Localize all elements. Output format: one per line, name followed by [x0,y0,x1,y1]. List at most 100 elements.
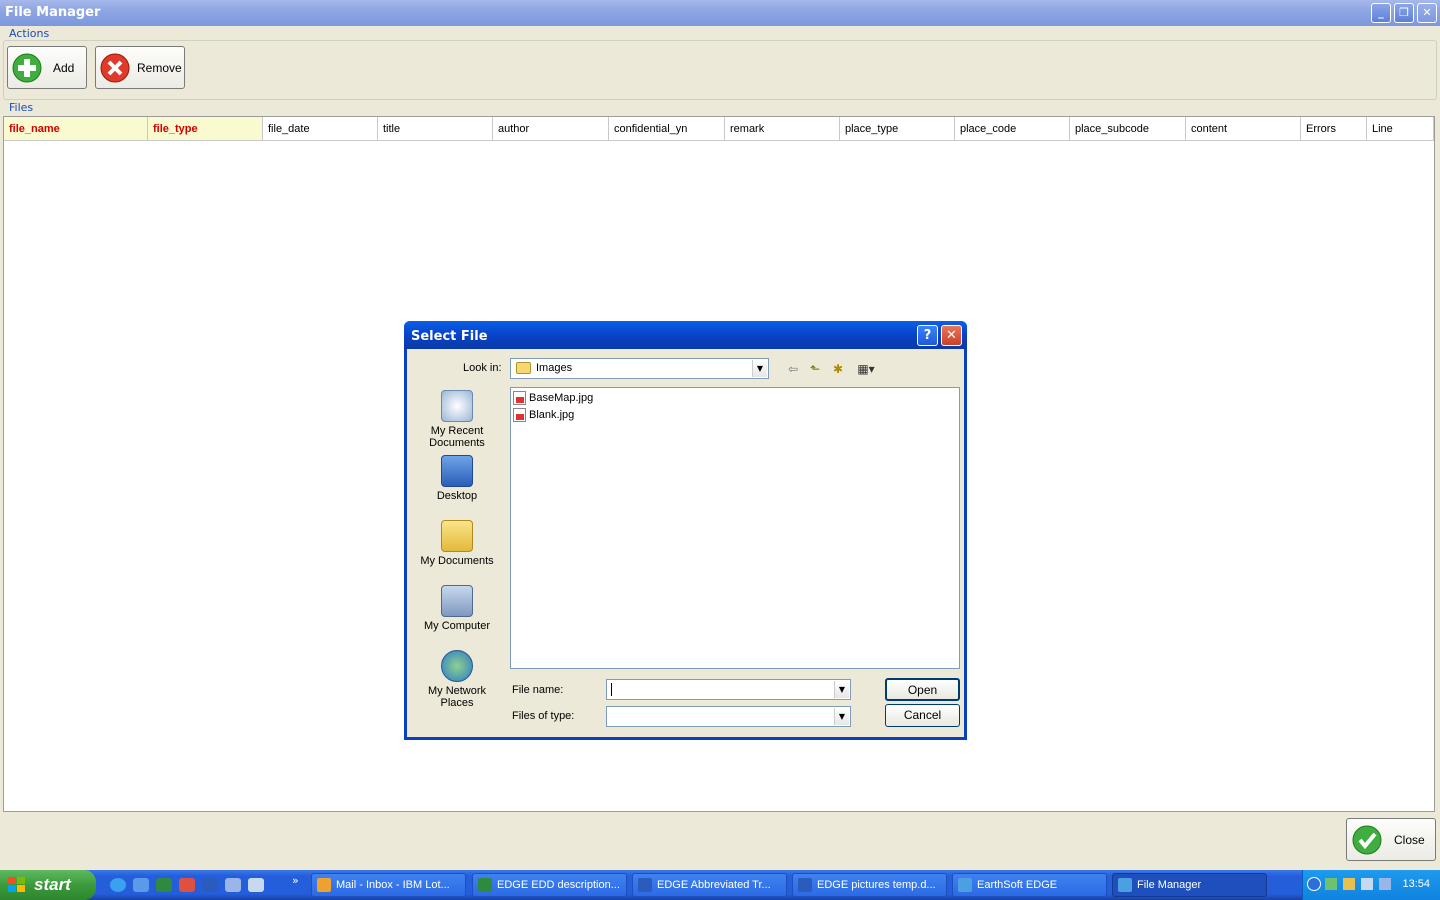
close-button-label: Close [1394,833,1425,847]
open-button-label: Open [907,683,938,697]
taskbar-item[interactable]: Mail - Inbox - IBM Lot... [311,873,466,897]
tray-icon[interactable] [1325,878,1337,890]
checkmark-icon [1352,825,1382,855]
window-title: File Manager [5,5,101,20]
excel-icon [478,878,492,892]
file-item-label: BaseMap.jpg [529,392,594,404]
help-icon: ? [923,328,932,343]
app-icon[interactable] [225,878,241,892]
close-button[interactable]: Close [1346,818,1436,861]
volume-icon[interactable] [1379,878,1391,890]
column-header-confidential-yn[interactable]: confidential_yn [609,117,725,141]
column-header-place-subcode[interactable]: place_subcode [1070,117,1186,141]
windows-flag-icon [8,877,25,892]
place-desktop[interactable]: Desktop [415,455,499,502]
minimize-icon: _ [1378,6,1384,19]
column-header-title[interactable]: title [378,117,493,141]
word-icon[interactable] [202,878,218,892]
edge-icon [1118,878,1132,892]
restore-icon: ❐ [1399,6,1409,19]
new-folder-icon[interactable]: ✱ [830,361,846,377]
start-label: start [34,875,71,894]
restore-button[interactable]: ❐ [1394,3,1414,23]
outlook-icon[interactable] [179,878,195,892]
dialog-close-button[interactable]: ✕ [941,325,962,346]
remove-button[interactable]: Remove [95,46,185,89]
taskbar-item[interactable]: EDGE pictures temp.d... [792,873,947,897]
place-my-network-places[interactable]: My Network Places [415,650,499,709]
place-label: My Documents [420,555,494,567]
column-header-place-type[interactable]: place_type [840,117,955,141]
column-header-file-date[interactable]: file_date [263,117,378,141]
place-recent-documents[interactable]: My Recent Documents [415,390,499,449]
chevron-down-icon[interactable]: ▼ [834,708,849,725]
place-my-documents[interactable]: My Documents [415,520,499,567]
word-icon [638,878,652,892]
lotus-notes-icon [317,878,331,892]
column-header-content[interactable]: content [1186,117,1301,141]
my-documents-icon [441,520,473,552]
file-name-input[interactable]: ▼ [606,679,851,700]
jpg-file-icon [513,391,526,405]
minimize-button[interactable]: _ [1371,3,1391,23]
place-label: My Computer [423,620,491,632]
dialog-title: Select File [411,329,488,344]
chevron-down-icon[interactable]: ▼ [834,681,849,698]
taskbar-item[interactable]: File Manager [1112,873,1267,897]
internet-explorer-icon[interactable] [110,878,126,892]
ie-quicklaunch-icon[interactable] [133,878,149,892]
column-header-file-name[interactable]: file_name [4,117,148,141]
quicklaunch-chevron-icon[interactable]: » [292,874,299,887]
column-header-place-code[interactable]: place_code [955,117,1070,141]
actions-group-label: Actions [7,27,52,40]
tray-expand-icon[interactable] [1307,877,1321,891]
help-button[interactable]: ? [917,325,938,346]
edge-icon [958,878,972,892]
view-menu-icon[interactable]: ▦▾ [853,361,879,377]
taskbar-item[interactable]: EDGE EDD description... [472,873,627,897]
window-close-button[interactable]: ✕ [1417,3,1437,23]
excel-icon[interactable] [156,878,172,892]
cancel-button-label: Cancel [903,708,942,722]
network-icon[interactable] [1361,878,1373,890]
look-in-combo[interactable]: Images ▼ [510,358,769,379]
file-list[interactable]: BaseMap.jpg Blank.jpg [510,387,960,669]
taskbar-item[interactable]: EDGE Abbreviated Tr... [632,873,787,897]
remove-icon [100,53,130,83]
file-item-label: Blank.jpg [529,409,575,421]
column-header-author[interactable]: author [493,117,609,141]
column-header-line[interactable]: Line [1367,117,1434,141]
actions-group [3,40,1437,100]
recent-documents-icon [441,390,473,422]
up-folder-icon[interactable]: ⬑ [807,361,823,377]
column-header-errors[interactable]: Errors [1301,117,1367,141]
window-titlebar[interactable]: File Manager _ ❐ ✕ [0,0,1440,26]
tray-icon[interactable] [1343,878,1355,890]
cancel-button[interactable]: Cancel [885,704,960,727]
taskbar-item-label: EarthSoft EDGE [977,879,1058,891]
jpg-file-icon [513,408,526,422]
text-cursor [611,683,612,696]
column-header-file-type[interactable]: file_type [148,117,263,141]
system-tray: 13:54 [1302,870,1440,900]
clock[interactable]: 13:54 [1402,878,1430,890]
add-button[interactable]: Add [7,46,87,89]
taskbar-item[interactable]: EarthSoft EDGE [952,873,1107,897]
remove-button-label: Remove [137,61,182,75]
place-my-computer[interactable]: My Computer [415,585,499,632]
column-header-remark[interactable]: remark [725,117,840,141]
back-icon[interactable]: ⇦ [785,361,801,377]
look-in-value: Images [536,362,573,374]
start-button[interactable]: start [0,870,96,900]
network-places-icon [441,650,473,682]
open-button[interactable]: Open [885,678,960,701]
chevron-down-icon[interactable]: ▼ [752,360,767,377]
taskbar-item-label: EDGE pictures temp.d... [817,879,936,891]
taskbar-item-label: Mail - Inbox - IBM Lot... [336,879,450,891]
files-of-type-select[interactable]: ▼ [606,706,851,727]
taskbar-item-label: File Manager [1137,879,1202,891]
my-computer-icon [441,585,473,617]
dialog-titlebar[interactable]: Select File ? ✕ [404,321,967,349]
show-desktop-icon[interactable] [248,878,264,892]
folder-icon [516,362,531,374]
